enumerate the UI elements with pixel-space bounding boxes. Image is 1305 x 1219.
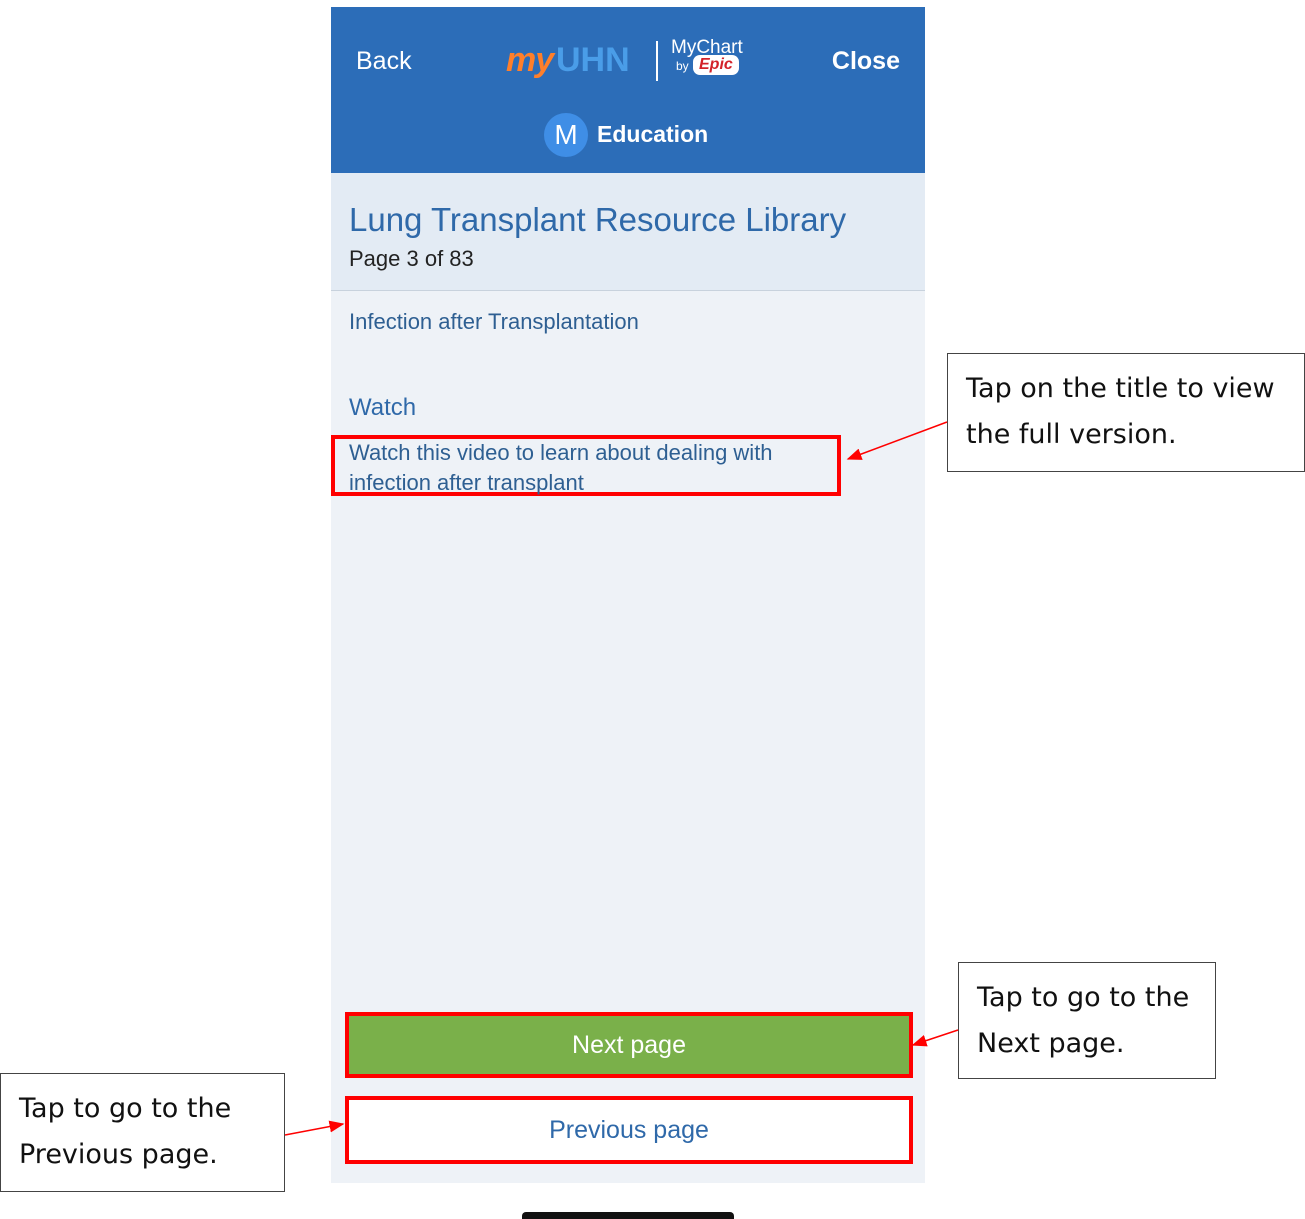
arrow-title: [846, 421, 948, 460]
arrow-prev: [284, 1120, 345, 1136]
annotation-arrows: [284, 421, 959, 1136]
arrow-next: [911, 1029, 959, 1047]
